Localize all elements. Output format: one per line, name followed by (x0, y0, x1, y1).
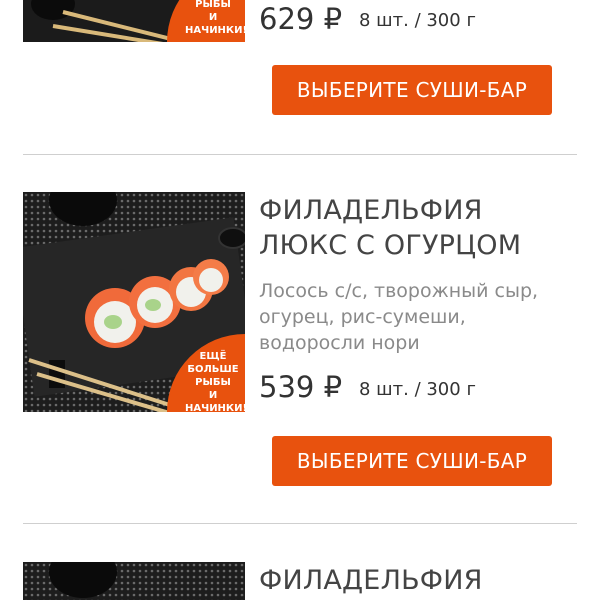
product-image[interactable] (23, 562, 245, 600)
product-price: 539 ₽ (259, 370, 343, 404)
product-title[interactable]: ФИЛАДЕЛЬФИЯ (259, 563, 483, 598)
product-title-line: ФИЛАДЕЛЬФИЯ (259, 565, 483, 596)
choose-sushi-bar-button[interactable]: ВЫБЕРИТЕ СУШИ-БАР (272, 65, 552, 115)
divider (23, 523, 577, 524)
promo-line: ЕЩЁ БОЛЬШЕ (187, 351, 239, 375)
promo-badge: РЫБЫ И НАЧИНКИ! (167, 0, 245, 42)
product-description: Лосось с/с, творожный сыр, огурец, рис-с… (259, 280, 539, 354)
product-weight: 8 шт. / 300 г (359, 10, 476, 31)
promo-line: РЫБЫ (195, 377, 231, 388)
product-title[interactable]: ФИЛАДЕЛЬФИЯ ЛЮКС С ОГУРЦОМ (259, 193, 521, 263)
promo-line: И НАЧИНКИ! (185, 12, 245, 36)
product-image[interactable]: РЫБЫ И НАЧИНКИ! (23, 0, 245, 42)
product-weight: 8 шт. / 300 г (359, 379, 476, 400)
divider (23, 154, 577, 155)
product-title-line: ЛЮКС С ОГУРЦОМ (259, 230, 522, 261)
product-title-line: ФИЛАДЕЛЬФИЯ (259, 195, 483, 226)
product-image[interactable]: ЕЩЁ БОЛЬШЕ РЫБЫ И НАЧИНКИ! (23, 192, 245, 412)
product-price: 629 ₽ (259, 2, 343, 36)
choose-sushi-bar-button[interactable]: ВЫБЕРИТЕ СУШИ-БАР (272, 436, 552, 486)
promo-line: И НАЧИНКИ! (185, 390, 245, 412)
promo-line: РЫБЫ (195, 0, 231, 10)
sushi-photo (23, 562, 245, 600)
